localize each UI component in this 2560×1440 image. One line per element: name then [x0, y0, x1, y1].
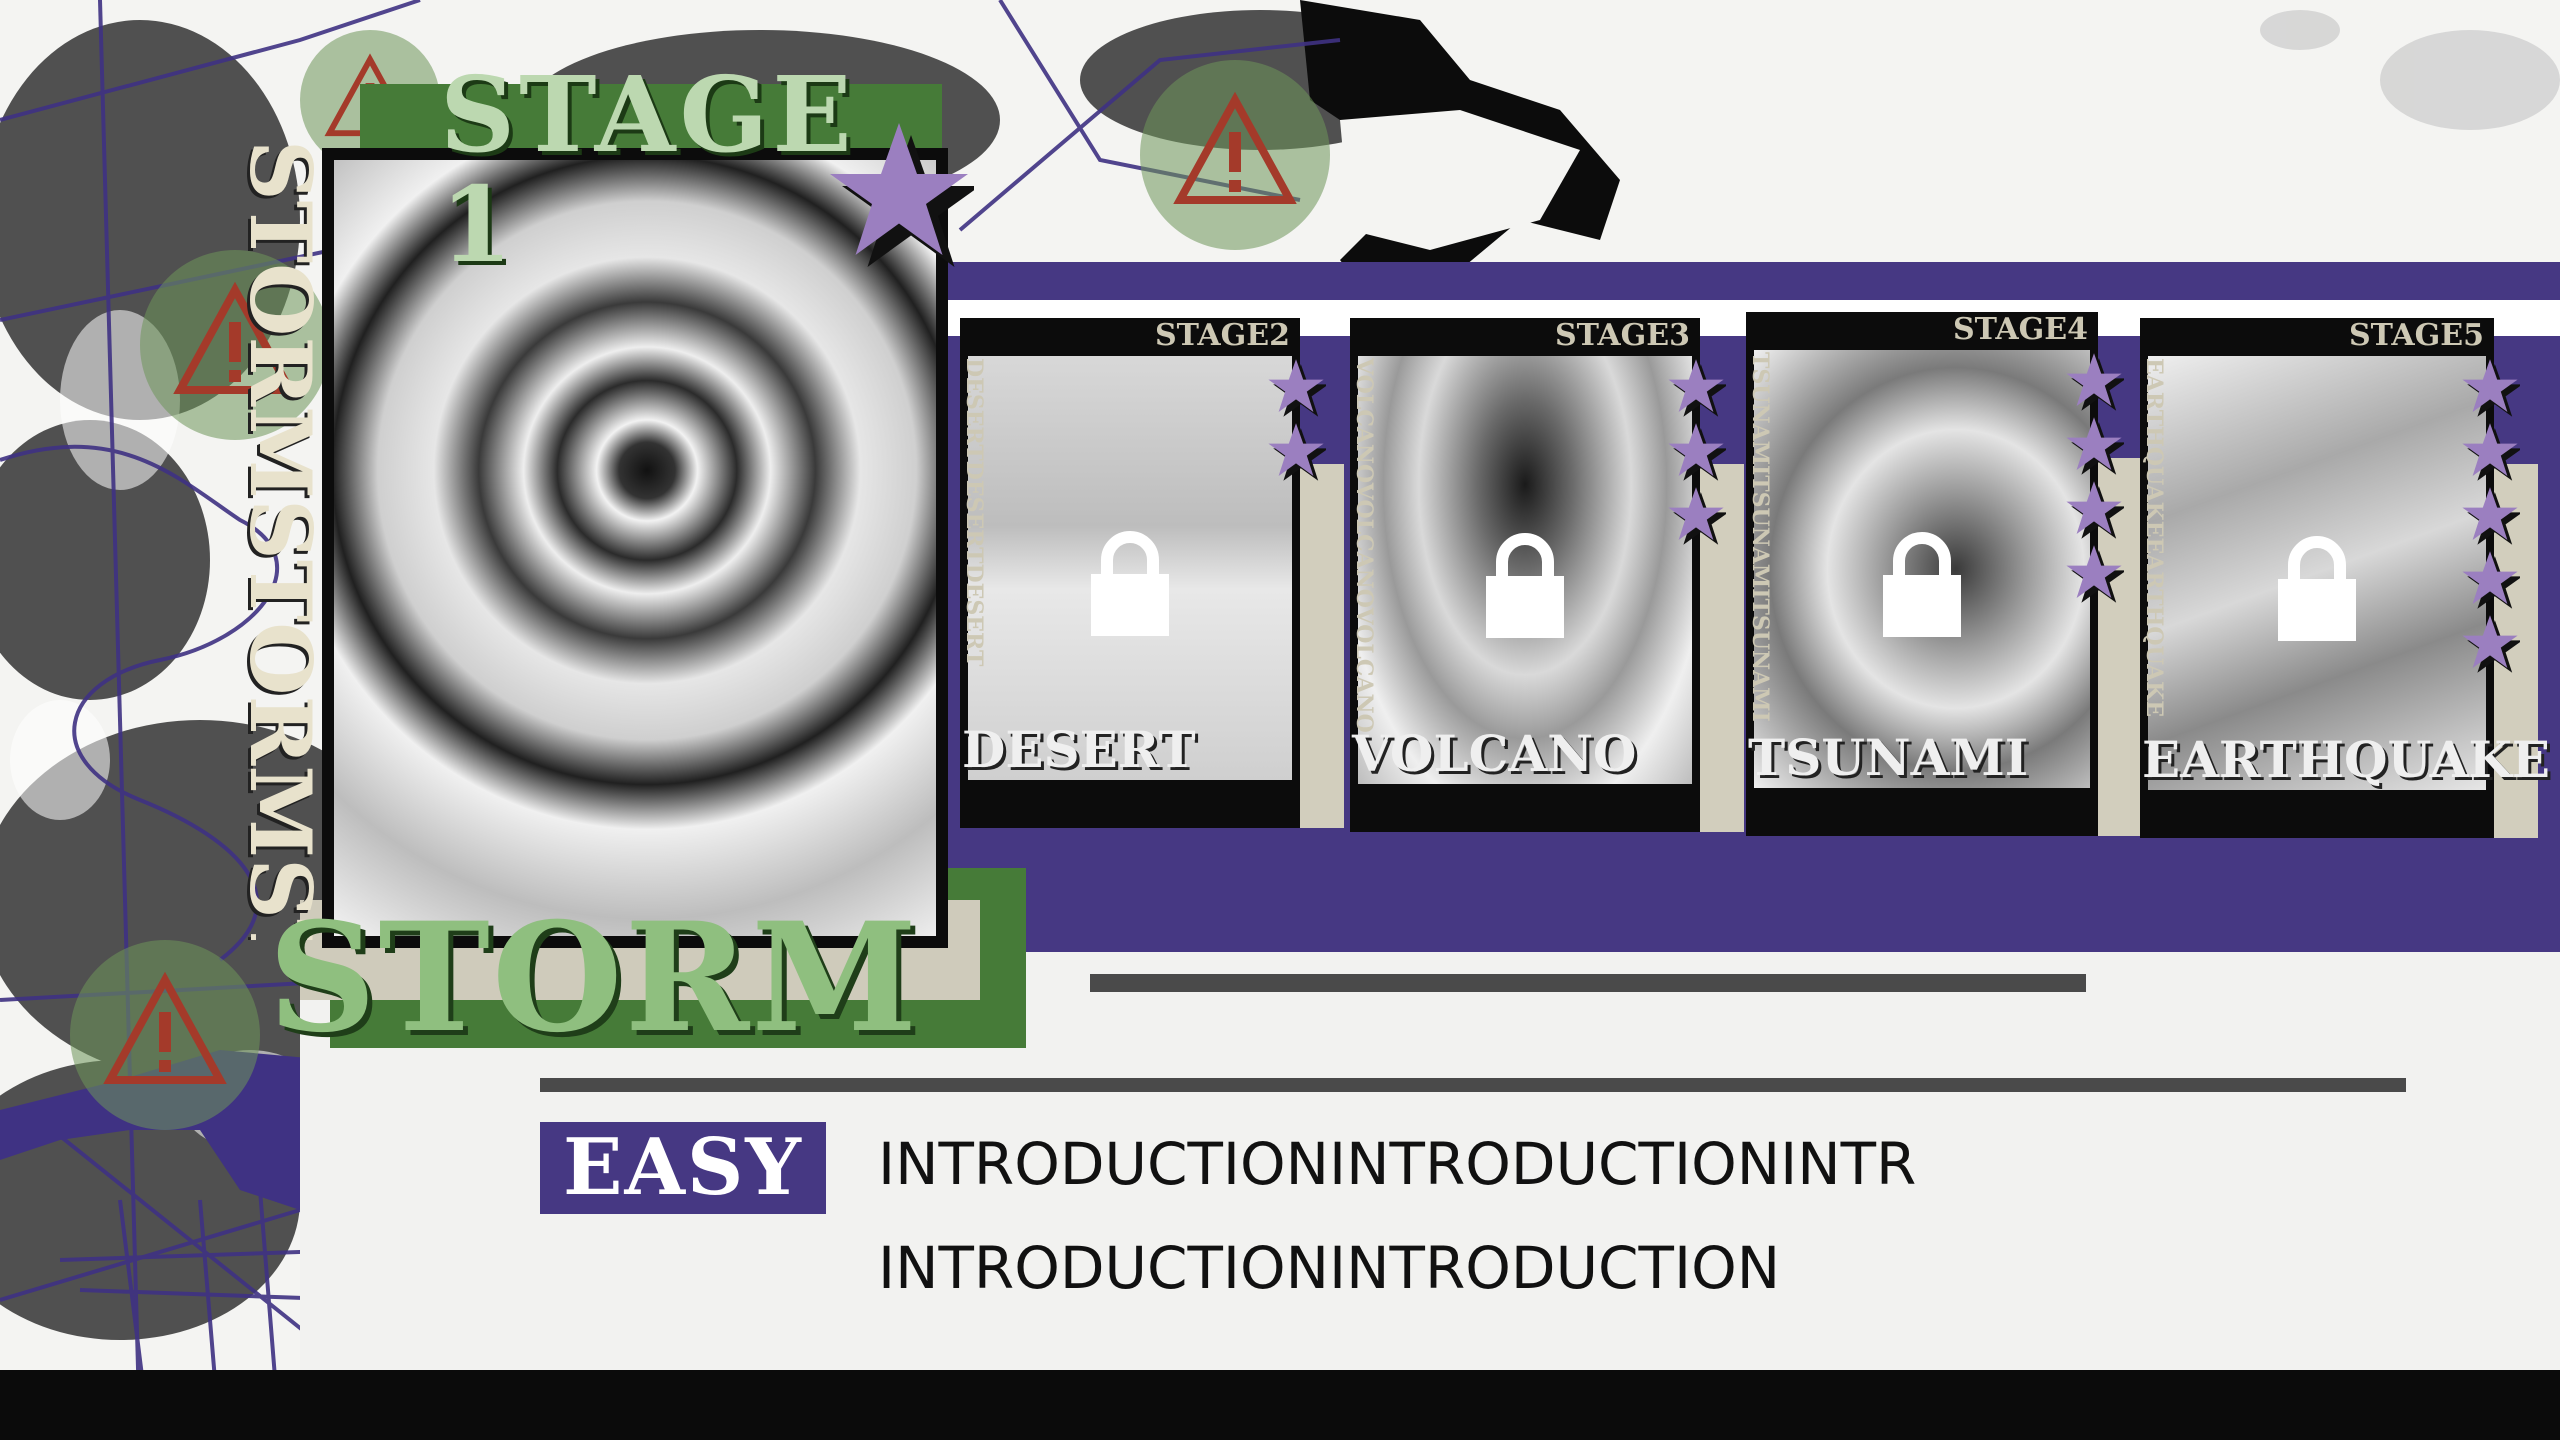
stage-tag: STAGE5: [2349, 318, 2484, 353]
star-icon: [1668, 423, 1726, 481]
lock-icon: [1091, 531, 1169, 636]
star-icon: [2066, 481, 2124, 539]
lock-icon: [2274, 533, 2360, 643]
difficulty-stars: [2460, 358, 2524, 678]
divider-rule: [1090, 974, 2086, 992]
star-icon: [2066, 353, 2124, 411]
card-side-text: TSUNAMITSUNAMITSUNAMI: [1747, 352, 1773, 722]
lock-icon: [1087, 528, 1173, 638]
stage-tag: STAGE3: [1555, 318, 1690, 353]
star-icon: [2462, 359, 2520, 417]
star-icon: [2462, 551, 2520, 609]
lock-icon: [2278, 536, 2356, 641]
stage1-side-text: STORMSTORMSTORM: [232, 140, 328, 940]
lock-icon: [1883, 532, 1961, 637]
stage1-name: STORM: [268, 890, 920, 1066]
star-icon: [2462, 423, 2520, 481]
star-icon: [1268, 359, 1326, 417]
lock-icon: [1879, 529, 1965, 639]
stage-card-2[interactable]: DESERTDESERTDESERT STAGE2 DESERT: [960, 318, 1344, 838]
card-side-text: EARTHQUAKEEARTHQUAKE: [2141, 358, 2167, 718]
stage-card-3[interactable]: VOLCANOVOLCANOVOLCANO STAGE3 VOLCANO: [1350, 318, 1744, 842]
card-side-text: DESERTDESERTDESERT: [961, 358, 987, 667]
intro-text-line: INTRODUCTIONINTRODUCTION: [878, 1234, 1781, 1302]
lock-icon: [1486, 533, 1564, 638]
difficulty-stars: [1266, 358, 1330, 486]
star-icon: [2462, 615, 2520, 673]
stage-card-4[interactable]: TSUNAMITSUNAMITSUNAMI STAGE4 TSUNAMI: [1746, 312, 2142, 846]
star-icon: [1668, 359, 1726, 417]
stage1-storm-image: [334, 160, 936, 936]
intro-text-line: INTRODUCTIONINTRODUCTIONINTR: [878, 1130, 1917, 1198]
star-icon: [830, 123, 974, 267]
warning-icon: [70, 940, 260, 1130]
stage-name: EARTHQUAKE: [2142, 730, 2551, 789]
star-icon: [2066, 417, 2124, 475]
stage-tag: STAGE4: [1953, 312, 2088, 347]
star-icon: [1268, 423, 1326, 481]
stage-card-5[interactable]: EARTHQUAKEEARTHQUAKE STAGE5 EARTHQUAKE: [2140, 318, 2550, 848]
warning-icon: [1140, 60, 1330, 250]
star-icon: [2462, 487, 2520, 545]
stage-name: DESERT: [962, 720, 1196, 779]
torn-bottom-edge: [0, 1370, 2560, 1440]
star-icon: [2066, 545, 2124, 603]
lock-icon: [1482, 530, 1568, 640]
difficulty-badge: EASY: [540, 1122, 826, 1214]
star-icon: [1668, 487, 1726, 545]
stage-tag: STAGE2: [1155, 318, 1290, 353]
divider-rule: [540, 1078, 2406, 1092]
stage-name: VOLCANO: [1352, 724, 1637, 783]
stage-name: TSUNAMI: [1748, 728, 2029, 787]
difficulty-stars: [2064, 352, 2128, 608]
card-side-text: VOLCANOVOLCANOVOLCANO: [1351, 358, 1377, 733]
difficulty-stars: [1666, 358, 1730, 550]
